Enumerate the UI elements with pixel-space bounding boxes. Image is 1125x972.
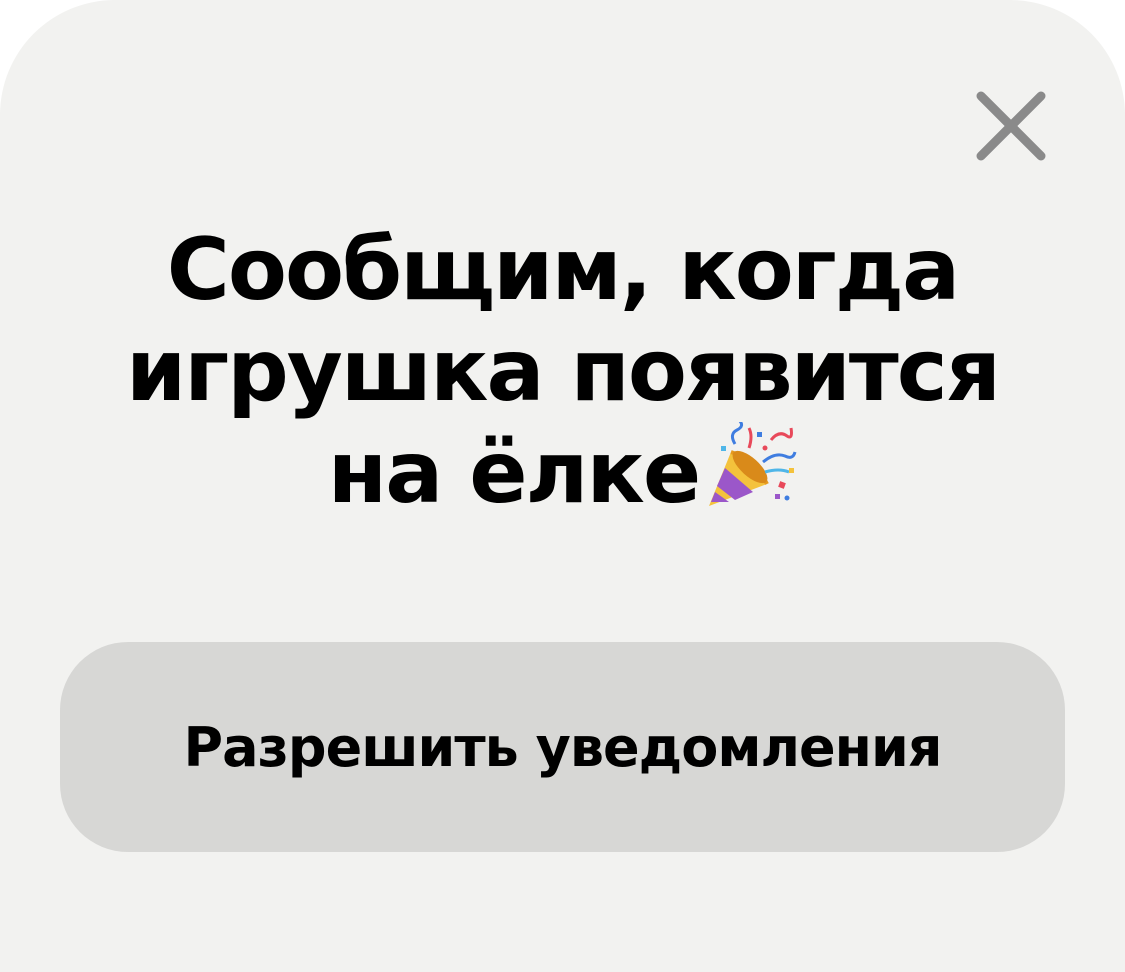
close-button[interactable] [966, 81, 1056, 171]
dialog-title: Сообщим, когда игрушка появится на ёлке [60, 220, 1065, 524]
allow-notifications-button[interactable]: Разрешить уведомления [60, 642, 1065, 852]
notification-sheet: Сообщим, когда игрушка появится на ёлке [0, 0, 1125, 972]
title-line-3: на ёлке [327, 423, 701, 523]
close-icon [975, 90, 1047, 162]
title-line-1: Сообщим, когда [166, 220, 960, 320]
title-line-2: игрушка появится [126, 321, 1001, 421]
allow-notifications-label: Разрешить уведомления [183, 715, 943, 779]
party-popper-icon [705, 422, 797, 510]
